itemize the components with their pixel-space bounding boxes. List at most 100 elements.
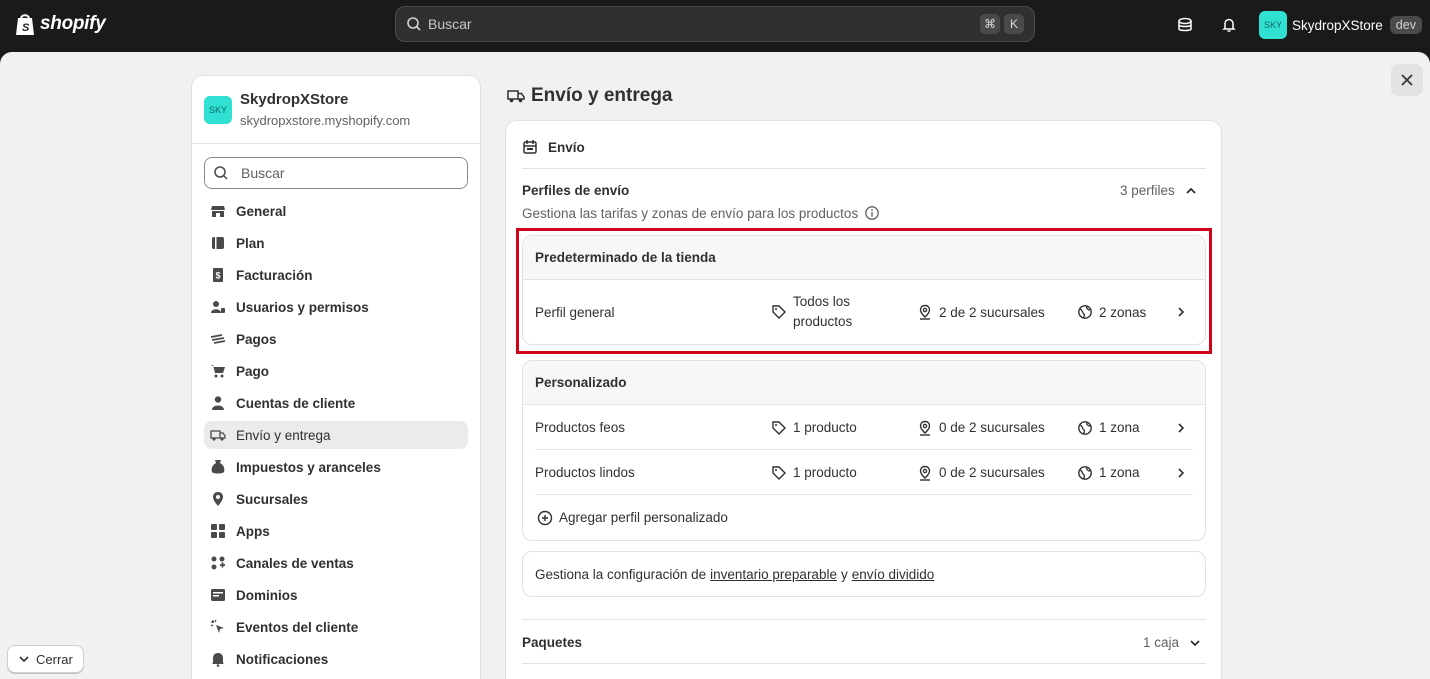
shopify-bag-icon: S — [16, 14, 34, 35]
store-name: SkydropXStore — [1292, 17, 1383, 33]
custom-profile-group: Personalizado Productos feos 1 producto … — [522, 360, 1206, 541]
divider — [522, 663, 1206, 664]
store-icon — [210, 203, 226, 219]
sidebar-item-checkout[interactable]: Pago — [204, 357, 468, 385]
close-settings-button[interactable] — [1391, 64, 1423, 96]
chevron-right-icon — [1175, 280, 1187, 344]
sidebar-item-label: Usuarios y permisos — [236, 299, 369, 315]
sidebar-item-label: Canales de ventas — [236, 555, 354, 571]
locations-text: 0 de 2 sucursales — [939, 465, 1045, 480]
page-title: Envío y entrega — [507, 85, 673, 107]
sidebar-item-general[interactable]: General — [204, 197, 468, 225]
zones-text: 2 zonas — [1099, 304, 1147, 320]
profiles-subtitle: Gestiona las tarifas y zonas de envío pa… — [522, 205, 880, 221]
sidebar-item-label: Pagos — [236, 331, 277, 347]
locations-cell: 0 de 2 sucursales — [917, 450, 1045, 495]
packages-toggle[interactable]: 1 caja — [1143, 635, 1201, 650]
profile-row-general[interactable]: Perfil general Todos los productos 2 de … — [523, 280, 1205, 344]
cart-icon — [210, 363, 226, 379]
global-search-input[interactable]: Buscar ⌘ K — [395, 6, 1035, 42]
receipt-icon: $ — [210, 267, 226, 283]
sidebar-item-plan[interactable]: Plan — [204, 229, 468, 257]
store-menu-button[interactable]: SKY SkydropXStore dev — [1259, 11, 1422, 39]
globe-icon — [210, 587, 226, 603]
preparable-inventory-link[interactable]: inventario preparable — [710, 567, 837, 582]
profile-name: Perfil general — [535, 304, 615, 320]
add-custom-profile-button[interactable]: Agregar perfil personalizado — [523, 495, 1205, 540]
sidebar-item-domains[interactable]: Dominios — [204, 581, 468, 609]
profiles-subtitle-text: Gestiona las tarifas y zonas de envío pa… — [522, 205, 859, 221]
sidebar-item-label: Cuentas de cliente — [236, 395, 356, 411]
sidebar-item-customer-accounts[interactable]: Cuentas de cliente — [204, 389, 468, 417]
brand-name: shopify — [40, 13, 106, 34]
tag-icon — [772, 465, 786, 480]
globe-icon — [1078, 305, 1092, 319]
sidebar-item-shipping[interactable]: Envío y entrega — [204, 421, 468, 449]
settings-sidebar: SKY SkydropXStore skydropxstore.myshopif… — [191, 75, 481, 679]
divider — [522, 168, 1206, 169]
location-icon — [919, 304, 931, 320]
store-name: SkydropXStore — [240, 91, 349, 108]
tag-icon — [772, 420, 786, 435]
inventory-prefix: Gestiona la configuración de — [535, 566, 707, 582]
truck-icon — [507, 90, 525, 103]
default-group-title: Predeterminado de la tienda — [523, 236, 1205, 280]
sidebar-item-payments[interactable]: Pagos — [204, 325, 468, 353]
truck-icon — [210, 427, 226, 443]
tax-icon — [210, 459, 226, 475]
collapse-close-button[interactable]: Cerrar — [7, 645, 84, 673]
globe-icon — [1078, 420, 1092, 435]
sidebar-item-users[interactable]: Usuarios y permisos — [204, 293, 468, 321]
info-icon[interactable] — [864, 205, 880, 221]
shipping-box-icon — [523, 140, 537, 154]
sidebar-item-label: Dominios — [236, 587, 298, 603]
profiles-toggle[interactable]: 3 perfiles — [1120, 183, 1197, 198]
products-text: 1 producto — [793, 420, 857, 435]
tag-icon — [772, 305, 786, 319]
sidebar-item-label: Eventos del cliente — [236, 619, 359, 635]
products-cell: Todos los productos — [771, 280, 852, 344]
chevron-up-icon — [1186, 187, 1196, 194]
profile-row-productos-feos[interactable]: Productos feos 1 producto 0 de 2 sucursa… — [523, 405, 1205, 450]
default-profile-group: Predeterminado de la tienda Perfil gener… — [522, 235, 1206, 345]
shopify-logo[interactable]: S shopify — [14, 12, 106, 36]
store-avatar: SKY — [204, 95, 232, 124]
custom-group-title: Personalizado — [523, 361, 1205, 405]
sidebar-item-sales-channels[interactable]: Canales de ventas — [204, 549, 468, 577]
shortcut-cmd-key: ⌘ — [980, 14, 1000, 34]
location-icon — [919, 420, 931, 436]
database-icon[interactable] — [1174, 14, 1196, 36]
store-header: SKY SkydropXStore skydropxstore.myshopif… — [192, 76, 480, 144]
location-icon — [210, 491, 226, 507]
sidebar-item-label: Impuestos y aranceles — [236, 459, 381, 475]
sidebar-item-locations[interactable]: Sucursales — [204, 485, 468, 513]
chevron-down-icon — [1190, 639, 1200, 646]
split-shipping-link[interactable]: envío dividido — [852, 567, 935, 582]
products-text: Todos los productos — [793, 292, 852, 332]
search-icon — [407, 17, 421, 31]
zones-cell: 1 zona — [1077, 405, 1140, 450]
locations-cell: 0 de 2 sucursales — [917, 405, 1045, 450]
packages-title: Paquetes — [522, 635, 583, 650]
zones-text: 1 zona — [1099, 420, 1140, 435]
chevron-right-icon — [1175, 450, 1187, 495]
shipping-profiles-title: Perfiles de envío — [522, 183, 630, 198]
chevron-down-icon — [19, 656, 29, 663]
profile-row-productos-lindos[interactable]: Productos lindos 1 producto 0 de 2 sucur… — [523, 450, 1205, 495]
bell-icon[interactable] — [1218, 14, 1240, 36]
locations-text: 2 de 2 sucursales — [939, 304, 1045, 320]
sidebar-item-apps[interactable]: Apps — [204, 517, 468, 545]
products-cell: 1 producto — [771, 450, 857, 495]
zones-cell: 2 zonas — [1077, 280, 1146, 344]
settings-search-input[interactable]: Buscar — [204, 157, 468, 189]
cerrar-label: Cerrar — [36, 651, 73, 667]
products-line2: productos — [793, 314, 853, 329]
sidebar-item-taxes[interactable]: Impuestos y aranceles — [204, 453, 468, 481]
payments-icon — [210, 331, 226, 347]
settings-nav: General Plan $ Facturación Usuarios y per… — [192, 197, 480, 673]
sidebar-item-notifications[interactable]: Notificaciones — [204, 645, 468, 673]
apps-icon — [210, 523, 226, 539]
sidebar-item-customer-events[interactable]: Eventos del cliente — [204, 613, 468, 641]
sidebar-item-billing[interactable]: $ Facturación — [204, 261, 468, 289]
search-placeholder: Buscar — [241, 165, 285, 181]
